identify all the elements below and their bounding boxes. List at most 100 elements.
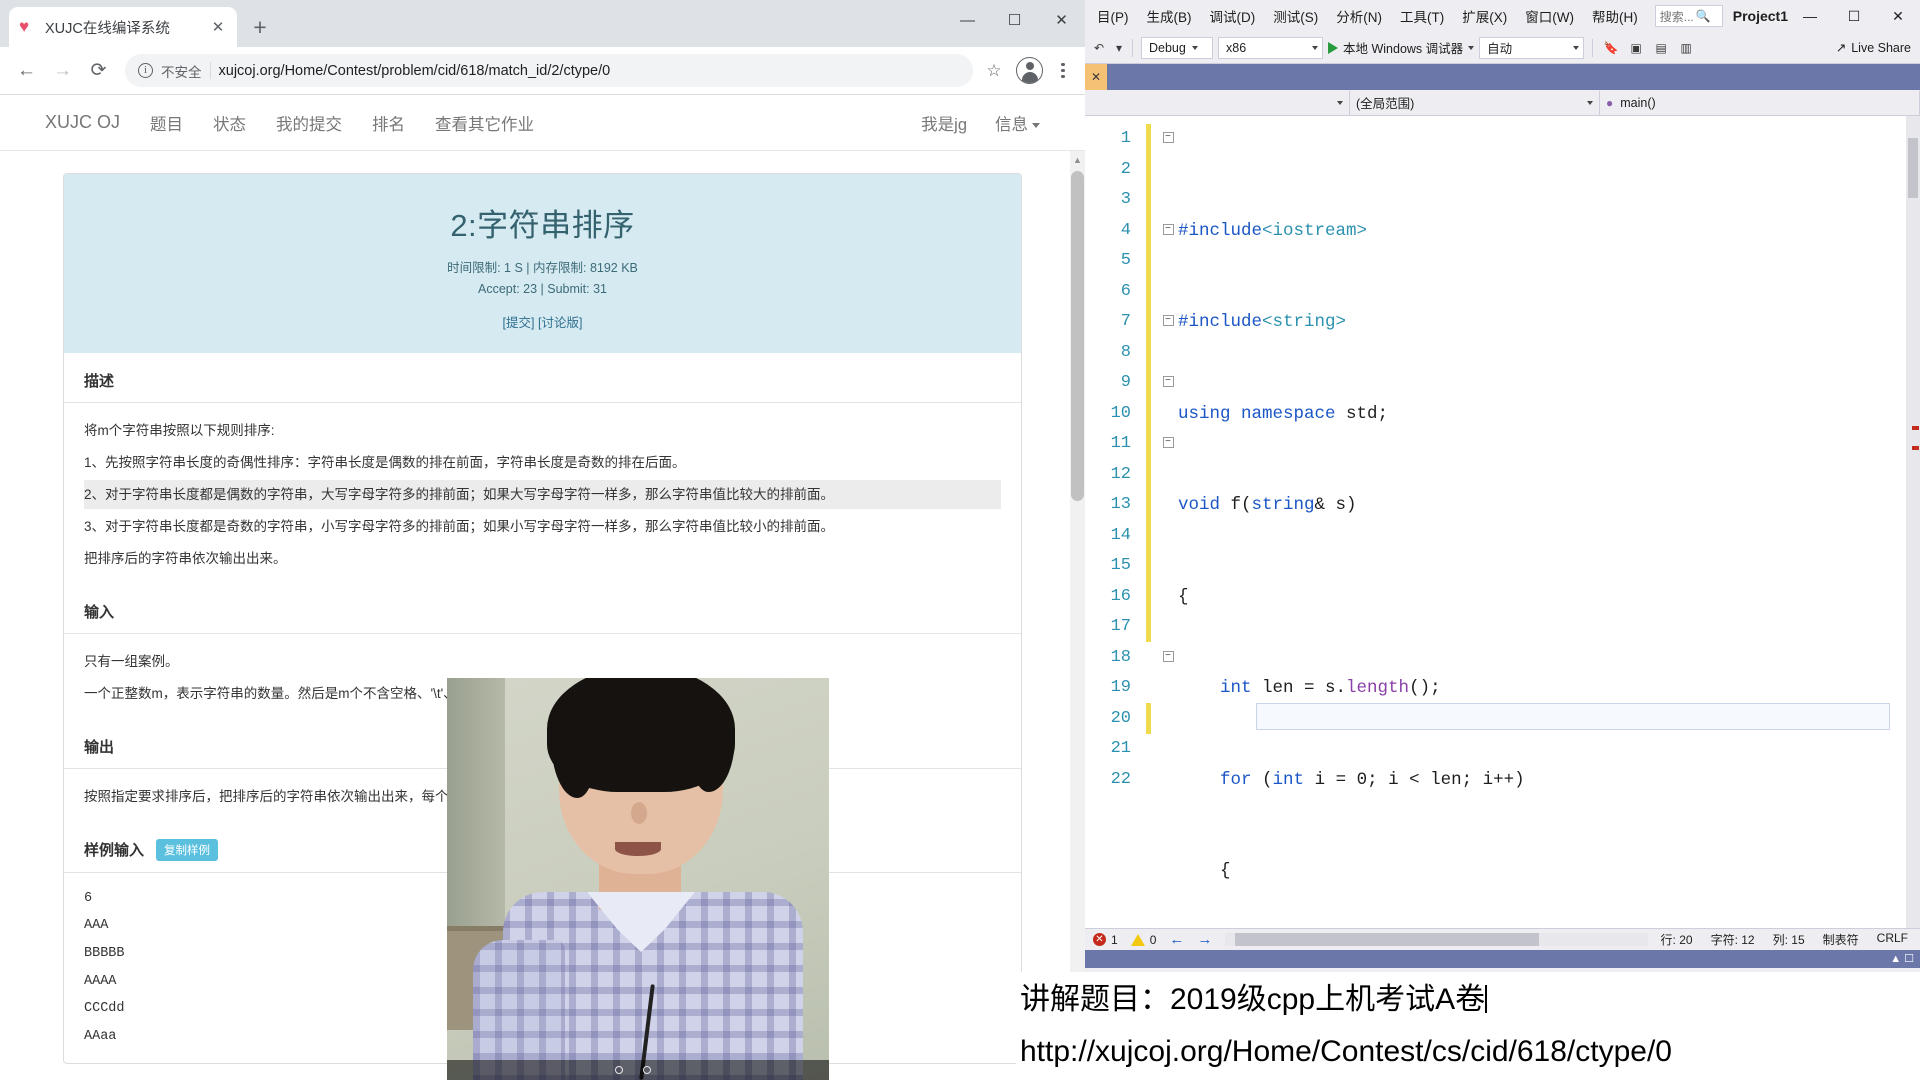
chrome-menu-icon[interactable] <box>1051 63 1075 78</box>
navigate-forward-icon[interactable]: → <box>1197 931 1212 948</box>
minimize-icon[interactable]: — <box>944 0 991 40</box>
nav-info-dropdown[interactable]: 信息 <box>995 111 1040 135</box>
problem-limits: 时间限制: 1 S | 内存限制: 8192 KB Accept: 23 | S… <box>74 258 1011 301</box>
scope-dropdown[interactable] <box>1085 90 1350 115</box>
editor-tab-close-icon[interactable]: ✕ <box>1085 64 1107 90</box>
caption-line-2: http://xujcoj.org/Home/Contest/cs/cid/61… <box>1020 1035 1672 1068</box>
address-bar[interactable]: i 不安全 xujcoj.org/Home/Contest/problem/ci… <box>125 54 973 87</box>
code-line[interactable]: void f(string& s) <box>1178 490 1906 521</box>
properties-icon[interactable]: ▥ <box>1676 37 1696 59</box>
video-button-icon[interactable] <box>643 1066 651 1074</box>
menu-extensions[interactable]: 扩展(X) <box>1453 2 1516 30</box>
page-scrollbar[interactable]: ▲ ▼ <box>1070 151 1085 1080</box>
member-dropdown[interactable]: ● main() <box>1600 90 1920 115</box>
nav-item-my-submissions[interactable]: 我的提交 <box>276 111 342 135</box>
menu-build[interactable]: 生成(B) <box>1138 2 1201 30</box>
vs-search-box[interactable]: 搜索... 🔍 <box>1654 5 1723 27</box>
discussion-link[interactable]: [讨论版] <box>538 316 582 330</box>
video-button-icon[interactable] <box>615 1066 623 1074</box>
scrollbar-thumb[interactable] <box>1071 171 1084 501</box>
outline-icon[interactable]: ▤ <box>1651 37 1671 59</box>
nav-item-other-homework[interactable]: 查看其它作业 <box>435 111 534 135</box>
menu-help[interactable]: 帮助(H) <box>1583 2 1647 30</box>
nav-item-ranking[interactable]: 排名 <box>372 111 405 135</box>
line-number: 5 <box>1120 251 1131 270</box>
code-line[interactable]: #include<iostream> <box>1178 216 1906 247</box>
notification-icon[interactable]: ▲ ☐ <box>1890 952 1914 965</box>
scroll-up-arrow-icon[interactable]: ▲ <box>1070 153 1085 168</box>
input-title: 输入 <box>64 584 1021 634</box>
code-text-area[interactable]: #include<iostream> #include<string> usin… <box>1178 116 1906 928</box>
scrollbar-thumb[interactable] <box>1908 138 1918 198</box>
close-icon[interactable]: ✕ <box>1038 0 1085 40</box>
maximize-icon[interactable]: ☐ <box>1832 1 1876 31</box>
menu-window[interactable]: 窗口(W) <box>1516 2 1583 30</box>
line-number: 10 <box>1110 403 1131 423</box>
navigate-back-icon[interactable]: ← <box>1169 931 1184 948</box>
member-label: main() <box>1620 95 1656 110</box>
profile-avatar-icon[interactable] <box>1016 57 1043 84</box>
video-control-bar[interactable] <box>447 1060 829 1080</box>
horizontal-scrollbar[interactable] <box>1225 933 1648 946</box>
warning-count[interactable]: 0 <box>1130 933 1156 947</box>
error-count-label: 1 <box>1111 932 1118 947</box>
submit-link[interactable]: [提交] <box>503 316 535 330</box>
menu-test[interactable]: 测试(S) <box>1264 2 1327 30</box>
chrome-toolbar: ← → ⟳ i 不安全 xujcoj.org/Home/Contest/prob… <box>0 47 1085 95</box>
nav-item-status[interactable]: 状态 <box>213 111 246 135</box>
auto-dropdown[interactable]: 自动 <box>1479 36 1585 59</box>
fold-toggle-icon[interactable]: − <box>1162 132 1174 144</box>
fold-toggle-icon[interactable]: − <box>1162 437 1174 449</box>
undo-icon[interactable]: ↶ <box>1089 37 1109 59</box>
current-line-highlight <box>1256 703 1890 730</box>
code-line[interactable]: #include<string> <box>1178 307 1906 338</box>
platform-dropdown[interactable]: x86 <box>1218 36 1323 59</box>
bookmark-star-icon[interactable]: ☆ <box>980 61 1008 81</box>
editor-vertical-scrollbar[interactable] <box>1906 116 1920 928</box>
code-line[interactable]: { <box>1178 582 1906 613</box>
line-number: 9 <box>1120 373 1131 392</box>
menu-analyze[interactable]: 分析(N) <box>1327 2 1391 30</box>
back-icon[interactable]: ← <box>10 54 43 87</box>
window-controls: — ☐ ✕ <box>944 0 1085 40</box>
forward-icon[interactable]: → <box>46 54 79 87</box>
close-icon[interactable]: ✕ <box>209 18 227 36</box>
new-tab-button[interactable]: + <box>243 10 277 44</box>
code-folding-gutter[interactable]: − − − − − − <box>1158 116 1178 928</box>
browser-tab[interactable]: XUJC在线编译系统 ✕ <box>9 7 237 47</box>
code-line[interactable]: int len = s.length(); <box>1178 673 1906 704</box>
reload-icon[interactable]: ⟳ <box>82 54 115 87</box>
undo-dropdown-icon[interactable]: ▾ <box>1114 37 1124 59</box>
fold-toggle-icon[interactable]: − <box>1162 223 1174 235</box>
error-count[interactable]: ✕ 1 <box>1093 933 1118 947</box>
type-dropdown[interactable]: (全局范围) <box>1350 90 1600 115</box>
minimize-icon[interactable]: — <box>1788 1 1832 31</box>
nav-user-label[interactable]: 我是jg <box>921 111 967 135</box>
menu-project[interactable]: 目(P) <box>1088 2 1138 30</box>
bookmark-icon[interactable]: 🔖 <box>1601 37 1621 59</box>
person-arm <box>473 940 565 1080</box>
copy-sample-button[interactable]: 复制样例 <box>156 838 219 861</box>
fold-toggle-icon[interactable]: − <box>1162 376 1174 388</box>
close-icon[interactable]: ✕ <box>1876 1 1920 31</box>
live-share-button[interactable]: ↗ Live Share <box>1836 40 1920 56</box>
maximize-icon[interactable]: ☐ <box>991 0 1038 40</box>
window-layout-icon[interactable]: ▣ <box>1626 37 1646 59</box>
stats-line: Accept: 23 | Submit: 31 <box>477 282 607 297</box>
info-icon[interactable]: i <box>138 63 153 78</box>
start-debugging-button[interactable]: 本地 Windows 调试器 <box>1328 38 1475 57</box>
site-brand[interactable]: XUJC OJ <box>45 112 120 133</box>
scrollbar-thumb[interactable] <box>1235 933 1540 946</box>
line-number: 22 <box>1110 769 1131 789</box>
menu-debug[interactable]: 调试(D) <box>1201 2 1265 30</box>
fold-toggle-icon[interactable]: − <box>1162 650 1174 662</box>
code-editor[interactable]: 1 2 3 4 5 6 7 8 9 10 11 12 13 14 15 16 1… <box>1085 116 1906 928</box>
person-mouth <box>615 842 661 856</box>
code-line[interactable]: { <box>1178 856 1906 887</box>
code-line[interactable]: using namespace std; <box>1178 399 1906 430</box>
build-configuration-dropdown[interactable]: Debug <box>1141 36 1213 59</box>
menu-tools[interactable]: 工具(T) <box>1391 2 1453 30</box>
code-line[interactable]: for (int i = 0; i < len; i++) <box>1178 765 1906 796</box>
nav-item-problems[interactable]: 题目 <box>150 111 183 135</box>
fold-toggle-icon[interactable]: − <box>1162 315 1174 327</box>
